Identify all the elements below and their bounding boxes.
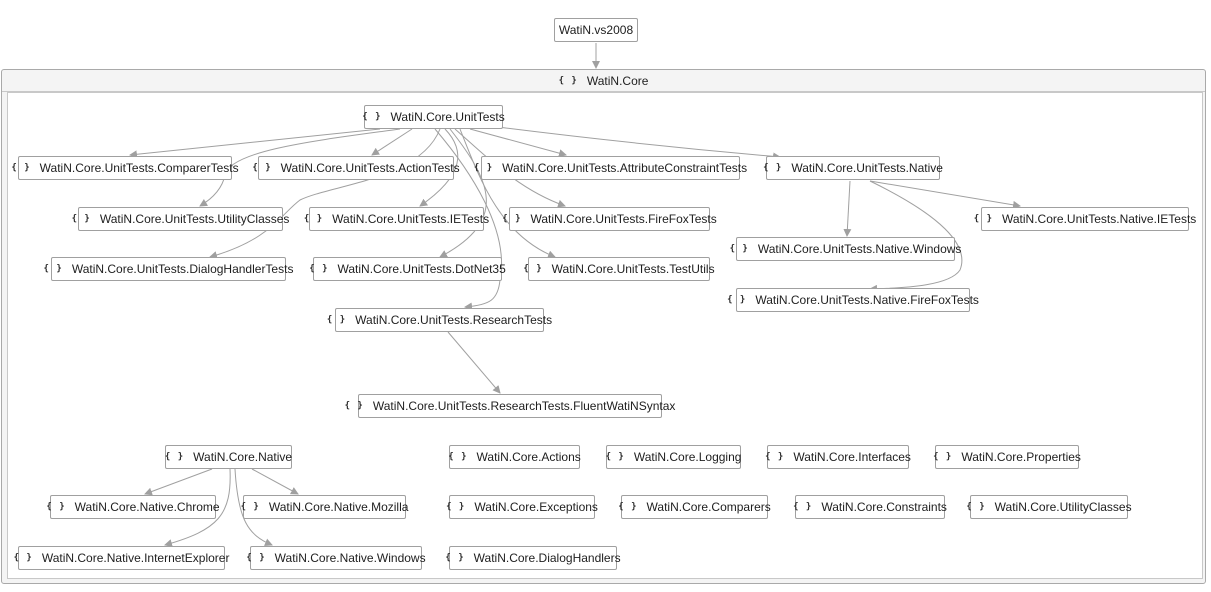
node-label: WatiN.Core.Native.Chrome	[74, 500, 220, 514]
braces-icon: { }	[933, 452, 953, 462]
node-label: WatiN.Core.Native	[193, 450, 293, 464]
braces-icon: { }	[252, 163, 272, 173]
node-label: WatiN.Core.Comparers	[646, 500, 771, 514]
braces-icon: { }	[523, 264, 543, 274]
node-label: WatiN.Core.UnitTests.ResearchTests	[355, 313, 553, 327]
node-label: WatiN.Core.UtilityClasses	[994, 500, 1132, 514]
node-native-mozilla[interactable]: { } WatiN.Core.Native.Mozilla	[240, 495, 409, 519]
node-ietests[interactable]: { } WatiN.Core.UnitTests.IETests	[304, 207, 489, 231]
node-dialoghandlertests[interactable]: { } WatiN.Core.UnitTests.DialogHandlerTes…	[44, 257, 293, 281]
braces-icon: { }	[473, 163, 494, 173]
braces-icon: { }	[966, 502, 986, 512]
node-properties[interactable]: { } WatiN.Core.Properties	[933, 445, 1081, 469]
node-label: WatiN.Core.DialogHandlers	[473, 551, 621, 565]
node-actiontests[interactable]: { } WatiN.Core.UnitTests.ActionTests	[252, 156, 460, 180]
group-title: WatiN.Core	[586, 73, 649, 88]
node-label: WatiN.Core.UnitTests.DotNet35	[337, 262, 506, 276]
braces-icon: { }	[309, 264, 329, 274]
braces-icon: { }	[729, 244, 749, 254]
node-dotnet35[interactable]: { } WatiN.Core.UnitTests.DotNet35	[309, 257, 506, 281]
braces-icon: { }	[326, 315, 347, 325]
node-label: WatiN.Core.UnitTests	[390, 110, 505, 124]
node-constraints[interactable]: { } WatiN.Core.Constraints	[793, 495, 947, 519]
braces-icon: { }	[11, 163, 31, 173]
braces-icon: { }	[13, 553, 33, 563]
node-label: WatiN.Core.Exceptions	[474, 500, 598, 514]
node-comparers[interactable]: { } WatiN.Core.Comparers	[618, 495, 771, 519]
braces-icon: { }	[344, 401, 364, 411]
node-label: WatiN.Core.UnitTests.Native.IETests	[1002, 212, 1197, 226]
node-label: WatiN.Core.UnitTests.TestUtils	[551, 262, 715, 276]
braces-icon: { }	[71, 214, 91, 224]
node-native-chrome[interactable]: { } WatiN.Core.Native.Chrome	[46, 495, 220, 519]
braces-icon: { }	[448, 452, 468, 462]
node-label: WatiN.Core.Native.InternetExplorer	[41, 551, 230, 565]
node-label: WatiN.Core.UnitTests.UtilityClasses	[99, 212, 290, 226]
node-label: WatiN.Core.UnitTests.ActionTests	[280, 161, 460, 175]
braces-icon: { }	[362, 112, 382, 122]
node-label: WatiN.Core.UnitTests.FireFoxTests	[530, 212, 717, 226]
braces-icon: { }	[445, 553, 465, 563]
node-native-internetexplorer[interactable]: { } WatiN.Core.Native.InternetExplorer	[14, 546, 229, 570]
node-label: WatiN.Core.UnitTests.IETests	[332, 212, 490, 226]
braces-icon: { }	[727, 295, 747, 305]
braces-icon: { }	[765, 452, 785, 462]
node-attributeconstrainttests[interactable]: { } WatiN.Core.UnitTests.AttributeConstra…	[474, 156, 747, 180]
project-node-label: WatiN.vs2008	[558, 23, 634, 37]
braces-icon: { }	[973, 214, 993, 224]
braces-icon: { }	[240, 502, 260, 512]
braces-icon: { }	[246, 553, 266, 563]
braces-icon: { }	[46, 502, 66, 512]
node-label: WatiN.Core.Native.Mozilla	[268, 500, 409, 514]
node-fluentwatinsyntax[interactable]: { } WatiN.Core.UnitTests.ResearchTests.Fl…	[345, 394, 675, 418]
braces-icon: { }	[446, 502, 466, 512]
braces-icon: { }	[763, 163, 783, 173]
node-native-ietests[interactable]: { } WatiN.Core.UnitTests.Native.IETests	[974, 207, 1196, 231]
node-interfaces[interactable]: { } WatiN.Core.Interfaces	[765, 445, 911, 469]
node-label: WatiN.Core.Logging	[633, 450, 742, 464]
group-header[interactable]: { } WatiN.Core	[2, 70, 1205, 92]
braces-icon: { }	[793, 502, 813, 512]
node-label: WatiN.Core.UnitTests.ResearchTests.Fluen…	[372, 399, 676, 413]
node-label: WatiN.Core.UnitTests.Native.FireFoxTests	[755, 293, 979, 307]
node-unittests-native[interactable]: { } WatiN.Core.UnitTests.Native	[763, 156, 943, 180]
node-logging[interactable]: { } WatiN.Core.Logging	[606, 445, 741, 469]
node-label: WatiN.Core.UnitTests.DialogHandlerTests	[71, 262, 294, 276]
node-label: WatiN.Core.UnitTests.AttributeConstraint…	[502, 161, 748, 175]
node-label: WatiN.Core.UnitTests.ComparerTests	[39, 161, 239, 175]
node-unittests[interactable]: { } WatiN.Core.UnitTests	[362, 105, 505, 129]
node-label: WatiN.Core.Properties	[961, 450, 1081, 464]
braces-icon: { }	[43, 264, 63, 274]
node-label: WatiN.Core.Actions	[476, 450, 581, 464]
braces-icon: { }	[558, 75, 578, 86]
node-native[interactable]: { } WatiN.Core.Native	[165, 445, 292, 469]
node-firefoxtests[interactable]: { } WatiN.Core.UnitTests.FireFoxTests	[502, 207, 717, 231]
braces-icon: { }	[164, 452, 185, 462]
node-native-windows-tests[interactable]: { } WatiN.Core.UnitTests.Native.Windows	[730, 237, 961, 261]
node-exceptions[interactable]: { } WatiN.Core.Exceptions	[446, 495, 598, 519]
node-utilityclasses-tests[interactable]: { } WatiN.Core.UnitTests.UtilityClasses	[72, 207, 289, 231]
node-researchtests[interactable]: { } WatiN.Core.UnitTests.ResearchTests	[327, 308, 552, 332]
node-label: WatiN.Core.UnitTests.Native	[791, 161, 943, 175]
node-dialoghandlers[interactable]: { } WatiN.Core.DialogHandlers	[445, 546, 621, 570]
node-utilityclasses[interactable]: { } WatiN.Core.UtilityClasses	[966, 495, 1132, 519]
braces-icon: { }	[618, 502, 638, 512]
braces-icon: { }	[303, 214, 324, 224]
node-native-firefoxtests[interactable]: { } WatiN.Core.UnitTests.Native.FireFoxTe…	[727, 288, 979, 312]
node-label: WatiN.Core.Interfaces	[793, 450, 911, 464]
node-label: WatiN.Core.Native.Windows	[274, 551, 426, 565]
project-node[interactable]: WatiN.vs2008	[554, 18, 638, 42]
node-label: WatiN.Core.Constraints	[821, 500, 947, 514]
braces-icon: { }	[605, 452, 625, 462]
node-testutils[interactable]: { } WatiN.Core.UnitTests.TestUtils	[523, 257, 715, 281]
node-label: WatiN.Core.UnitTests.Native.Windows	[757, 242, 962, 256]
braces-icon: { }	[502, 214, 522, 224]
node-native-windows[interactable]: { } WatiN.Core.Native.Windows	[246, 546, 426, 570]
node-comparertests[interactable]: { } WatiN.Core.UnitTests.ComparerTests	[11, 156, 239, 180]
node-actions[interactable]: { } WatiN.Core.Actions	[448, 445, 581, 469]
